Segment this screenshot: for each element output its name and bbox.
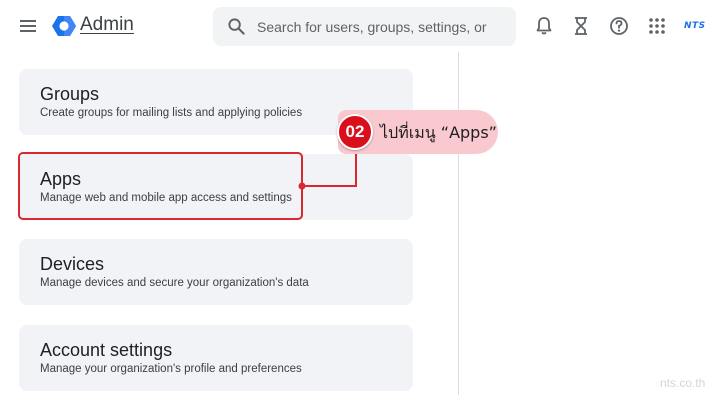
annotation-highlight bbox=[18, 152, 303, 220]
card-description: Manage devices and secure your organizat… bbox=[40, 277, 309, 289]
help-icon[interactable] bbox=[608, 15, 630, 37]
menu-icon[interactable] bbox=[18, 16, 38, 36]
step-number-badge: 02 bbox=[337, 114, 373, 150]
card-account-settings[interactable]: Account settings Manage your organizatio… bbox=[19, 325, 413, 391]
top-bar: Admin NTS bbox=[0, 0, 720, 52]
annotation-instruction: ไปที่เมนู “Apps” bbox=[380, 123, 497, 142]
search-bar[interactable] bbox=[213, 7, 516, 46]
app-title[interactable]: Admin bbox=[80, 14, 134, 36]
annotation-connector bbox=[298, 150, 357, 190]
apps-grid-icon[interactable] bbox=[646, 15, 668, 37]
card-title: Devices bbox=[40, 254, 105, 274]
card-devices[interactable]: Devices Manage devices and secure your o… bbox=[19, 239, 413, 305]
card-description: Create groups for mailing lists and appl… bbox=[40, 107, 303, 119]
hourglass-tasks-icon[interactable] bbox=[570, 15, 592, 37]
admin-logo-icon bbox=[52, 16, 76, 36]
panel-divider bbox=[458, 52, 459, 395]
card-description: Manage your organization's profile and p… bbox=[40, 363, 302, 375]
notifications-bell-icon[interactable] bbox=[533, 15, 555, 37]
watermark: nts.co.th bbox=[660, 376, 706, 390]
card-title: Groups bbox=[40, 84, 100, 104]
brand-logo: NTS bbox=[684, 21, 706, 31]
search-icon bbox=[228, 18, 245, 35]
card-title: Account settings bbox=[40, 340, 173, 360]
search-input[interactable] bbox=[257, 7, 507, 46]
